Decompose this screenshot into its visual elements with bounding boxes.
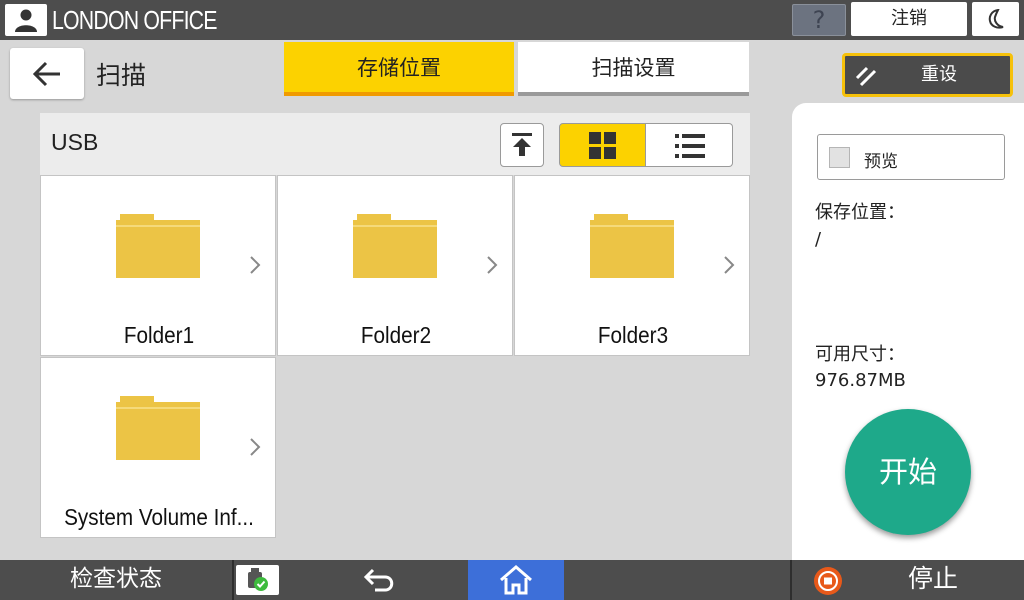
available-size-value: 976.87MB (815, 370, 906, 391)
location-label: USB (51, 129, 99, 155)
moon-icon (988, 9, 1004, 29)
folder-icon (590, 214, 674, 278)
reset-slash-icon (855, 66, 877, 87)
back-button[interactable] (10, 48, 84, 99)
grid-view-icon (589, 132, 616, 159)
folder-icon (116, 396, 200, 460)
chevron-right-icon (487, 256, 498, 274)
stop-button[interactable]: 停止 (878, 560, 988, 600)
home-button[interactable] (468, 560, 564, 600)
folder-name: System Volume Inf... (64, 504, 254, 530)
folder-icon (353, 214, 437, 278)
tab-storage-location[interactable]: 存储位置 (284, 42, 514, 96)
reset-button[interactable]: 重设 (842, 53, 1013, 97)
available-size-label: 可用尺寸： (815, 344, 905, 365)
bottom-bar: 检查状态 停止 (0, 560, 1024, 600)
preview-label: 预览 (864, 152, 898, 172)
folder-tile[interactable]: System Volume Inf... (40, 357, 276, 538)
folder-icon (116, 214, 200, 278)
grid-view-toggle[interactable] (559, 123, 646, 167)
list-view-toggle[interactable] (646, 123, 733, 167)
preview-checkbox[interactable]: 预览 (817, 134, 1005, 180)
chevron-right-icon (724, 256, 735, 274)
folder-name: Folder1 (123, 322, 195, 348)
divider (790, 560, 792, 600)
tab-scan-settings[interactable]: 扫描设置 (518, 42, 749, 96)
reset-label: 重设 (921, 64, 957, 85)
stop-icon[interactable] (813, 566, 843, 596)
folder-name: Folder3 (597, 322, 669, 348)
back-nav-button[interactable] (345, 560, 417, 600)
list-view-icon (675, 134, 705, 158)
logout-button[interactable]: 注销 (851, 2, 967, 36)
folder-tile[interactable]: Folder3 (514, 175, 750, 356)
parent-folder-button[interactable] (500, 123, 544, 167)
move-up-icon (512, 133, 532, 156)
user-button[interactable] (5, 4, 47, 36)
undo-arrow-icon (363, 568, 394, 592)
start-button[interactable]: 开始 (845, 409, 971, 535)
arrow-left-icon (32, 61, 60, 87)
help-button[interactable]: ? (792, 4, 846, 36)
folder-name: Folder2 (360, 322, 432, 348)
home-icon (500, 565, 532, 595)
user-icon (15, 9, 37, 32)
usb-connected-icon (248, 568, 268, 591)
save-location-value: / (815, 229, 822, 250)
location-header: USB (40, 113, 750, 175)
folder-tile[interactable]: Folder1 (40, 175, 276, 356)
checkbox-square[interactable] (829, 147, 850, 168)
top-bar: LONDON OFFICE ? 注销 (0, 0, 1024, 40)
folder-tile[interactable]: Folder2 (277, 175, 513, 356)
chevron-right-icon (250, 438, 261, 456)
usb-status-indicator (236, 565, 279, 595)
chevron-right-icon (250, 256, 261, 274)
divider (232, 560, 234, 600)
scan-side-panel: 预览 保存位置： / 可用尺寸： 976.87MB 开始 (792, 103, 1024, 561)
office-name: LONDON OFFICE (52, 5, 217, 35)
save-location-label: 保存位置： (815, 202, 905, 223)
energy-saver-button[interactable] (972, 2, 1019, 36)
page-title: 扫描 (96, 61, 147, 90)
check-status-button[interactable]: 检查状态 (0, 560, 232, 600)
